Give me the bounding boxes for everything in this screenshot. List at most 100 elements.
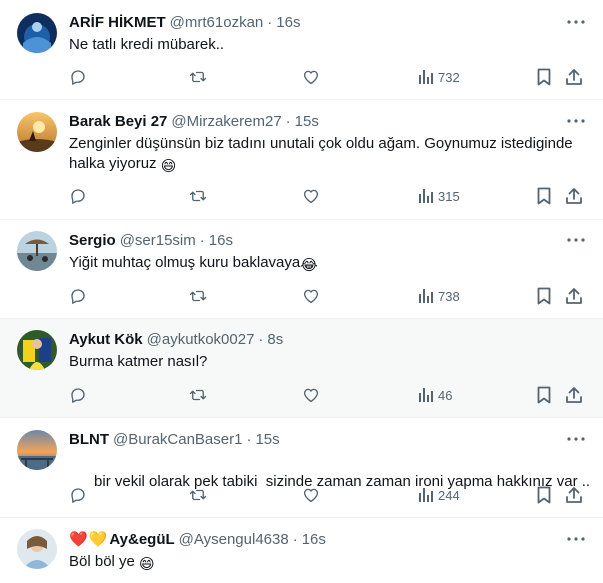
more-dots-icon[interactable] [565,230,587,250]
author-name[interactable]: Sergio [69,232,116,249]
retweet-button[interactable] [188,286,208,306]
tweet-0[interactable]: ARİF HİKMET @mrt61ozkan · 16s Ne tatlı k… [0,0,603,100]
author-name[interactable]: ARİF HİKMET [69,14,166,31]
avatar[interactable] [17,112,57,152]
views-button[interactable]: 46 [418,385,452,405]
bookmark-button[interactable] [536,485,552,505]
views-count: 738 [438,288,460,304]
like-button[interactable] [302,286,320,306]
tweet-5[interactable]: ❤️ 💛 Ay&egüL @Aysengul4638 · 16s Böl böl… [0,518,603,583]
share-icon [566,387,582,403]
like-button[interactable] [302,385,320,405]
views-count: 46 [438,387,453,403]
views-button[interactable]: 244 [418,485,460,505]
author-handle[interactable]: @Aysengul4638 [179,531,289,548]
avatar[interactable] [17,330,57,370]
author-name[interactable]: BLNT [69,431,109,448]
avatar[interactable] [17,529,57,569]
separator-dot: · [199,231,205,249]
red-heart-emoji: ❤️ [69,531,88,548]
like-button[interactable] [302,485,320,505]
reply-button[interactable] [69,485,87,505]
more-dots-icon[interactable] [565,529,587,549]
views-icon [419,189,433,203]
reply-button[interactable] [69,67,87,87]
retweet-button[interactable] [188,385,208,405]
tweet-1[interactable]: Barak Beyi 27 @Mirzakerem27 · 15s Zengin… [0,100,603,220]
author-handle[interactable]: @BurakCanBaser1 [113,431,242,448]
name-hearts: ❤️ 💛 [69,530,107,548]
tweet-text-content: Ne tatlı kredi mübarek.. [69,36,225,53]
tweet-text: Ne tatlı kredi mübarek.. [69,35,583,55]
reply-button[interactable] [69,286,87,306]
bookmark-button[interactable] [536,186,552,206]
tweet-actions: 315 [60,186,589,206]
share-icon [566,288,582,304]
views-button[interactable]: 315 [418,186,460,206]
share-button[interactable] [565,485,583,505]
author-handle[interactable]: @mrt61ozkan [170,14,264,31]
retweet-button[interactable] [188,485,208,505]
tweet-2[interactable]: Sergio @ser15sim · 16s Yiğit muhtaç olmu… [0,220,603,319]
views-icon [419,388,433,402]
retweet-icon [189,290,207,302]
timestamp[interactable]: 16s [276,14,300,31]
like-icon [303,388,319,403]
timestamp[interactable]: 15s [295,113,319,130]
views-button[interactable]: 738 [418,286,460,306]
bookmark-icon [537,287,551,305]
like-button[interactable] [302,67,320,87]
timestamp[interactable]: 16s [209,232,233,249]
reply-button[interactable] [69,385,87,405]
views-count: 244 [438,487,460,503]
share-button[interactable] [565,286,583,306]
author-handle[interactable]: @aykutkok0027 [147,331,255,348]
replies-feed: ARİF HİKMET @mrt61ozkan · 16s Ne tatlı k… [0,0,603,583]
retweet-icon [189,389,207,401]
reply-icon [71,388,85,403]
author-name[interactable]: Barak Beyi 27 [69,113,167,130]
tweet-text-content: Zenginler düşünsün biz tadını unutali ço… [69,135,573,172]
more-dots-icon[interactable] [565,111,587,131]
avatar[interactable] [17,13,57,53]
bookmark-button[interactable] [536,67,552,87]
views-icon [419,70,433,84]
timestamp[interactable]: 15s [255,431,279,448]
tweet-header: Aykut Kök @aykutkok0027 · 8s [69,329,283,349]
reply-button[interactable] [69,186,87,206]
bookmark-icon [537,386,551,404]
like-icon [303,488,319,503]
more-dots-icon[interactable] [565,12,587,32]
share-icon [566,69,582,85]
views-count: 315 [438,188,460,204]
tweet-3[interactable]: Aykut Kök @aykutkok0027 · 8s Burma katme… [0,319,603,418]
timestamp[interactable]: 16s [302,531,326,548]
author-name[interactable]: Aykut Kök [69,331,143,348]
tweet-text: Zenginler düşünsün biz tadını unutali ço… [69,134,583,177]
bookmark-button[interactable] [536,385,552,405]
author-handle[interactable]: @ser15sim [120,232,196,249]
share-button[interactable] [565,186,583,206]
timestamp[interactable]: 8s [267,331,283,348]
like-button[interactable] [302,186,320,206]
views-button[interactable]: 732 [418,67,460,87]
share-button[interactable] [565,67,583,87]
grinning-emoji: 😄 [139,556,155,573]
retweet-button[interactable] [188,67,208,87]
avatar[interactable] [17,430,57,470]
author-name[interactable]: Ay&egüL [109,531,174,548]
share-button[interactable] [565,385,583,405]
retweet-button[interactable] [188,186,208,206]
tweet-4[interactable]: BLNT @BurakCanBaser1 · 15s bir vekil ola… [0,418,603,518]
share-icon [566,188,582,204]
share-icon [566,487,582,503]
tweet-actions: 244 [60,485,589,505]
bookmark-button[interactable] [536,286,552,306]
author-handle[interactable]: @Mirzakerem27 [171,113,281,130]
avatar[interactable] [17,231,57,271]
tweet-actions: 46 [60,385,589,405]
tweet-text: Burma katmer nasıl? [69,352,583,372]
more-dots-icon[interactable] [565,429,587,449]
tweet-header: ❤️ 💛 Ay&egüL @Aysengul4638 · 16s [69,529,326,549]
views-count: 732 [438,69,460,85]
